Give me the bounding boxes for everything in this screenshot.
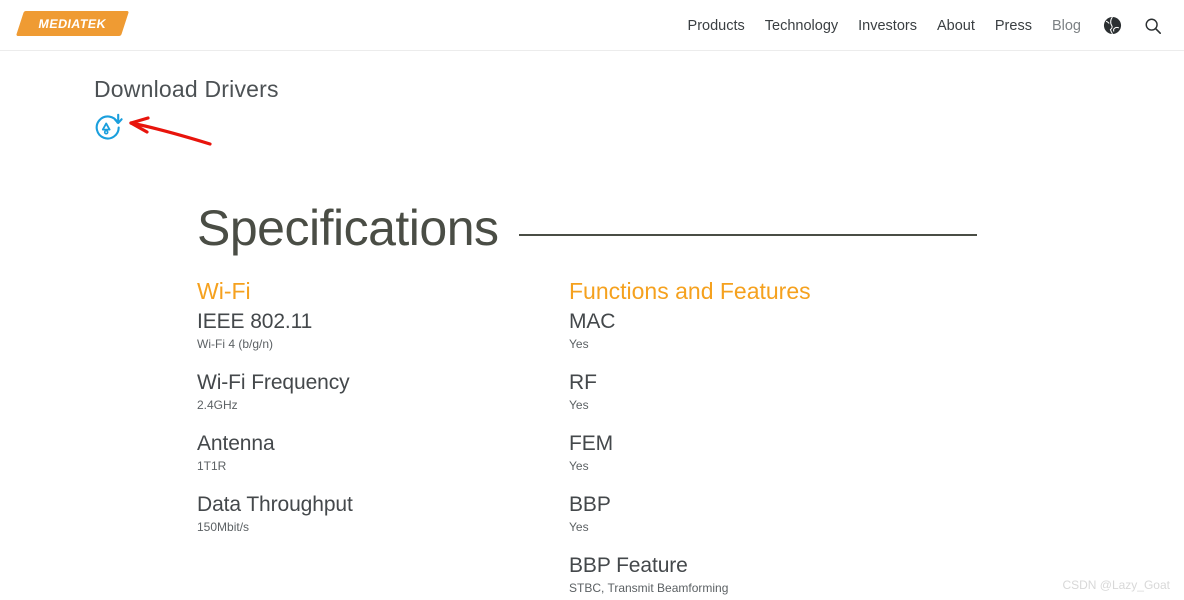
spec-item: MAC Yes bbox=[569, 309, 941, 353]
spec-value: Yes bbox=[569, 398, 589, 412]
spec-item: Data Throughput 150Mbit/s bbox=[197, 492, 569, 536]
specifications-heading: Specifications bbox=[197, 200, 499, 256]
spec-label: MAC bbox=[569, 310, 616, 333]
search-icon[interactable] bbox=[1144, 17, 1162, 35]
nav-item-investors[interactable]: Investors bbox=[858, 18, 917, 34]
spec-item: RF Yes bbox=[569, 370, 941, 414]
spec-value: Yes bbox=[569, 520, 589, 534]
spec-item: BBP Feature STBC, Transmit Beamforming bbox=[569, 553, 941, 597]
specifications-columns: Wi-Fi IEEE 802.11 Wi-Fi 4 (b/g/n) Wi-Fi … bbox=[197, 277, 997, 597]
spec-value: STBC, Transmit Beamforming bbox=[569, 581, 729, 595]
download-circular-arrow-icon[interactable] bbox=[92, 113, 128, 143]
spec-label: IEEE 802.11 bbox=[197, 310, 313, 333]
spec-item: FEM Yes bbox=[569, 431, 941, 475]
spec-item: BBP Yes bbox=[569, 492, 941, 536]
spec-label: RF bbox=[569, 371, 597, 394]
csdn-watermark: CSDN @Lazy_Goat bbox=[1062, 578, 1170, 592]
spec-value: 2.4GHz bbox=[197, 398, 238, 412]
spec-value: Wi-Fi 4 (b/g/n) bbox=[197, 337, 274, 351]
nav-item-blog[interactable]: Blog bbox=[1052, 18, 1081, 34]
mediatek-logo[interactable]: MEDIATEK bbox=[15, 11, 130, 36]
heading-divider bbox=[518, 234, 977, 236]
specifications-heading-row: Specifications bbox=[197, 203, 977, 253]
spec-item: IEEE 802.11 Wi-Fi 4 (b/g/n) bbox=[197, 309, 569, 353]
nav-item-press[interactable]: Press bbox=[995, 18, 1032, 34]
spec-label: Wi-Fi Frequency bbox=[197, 371, 350, 394]
logo-text: MEDIATEK bbox=[37, 16, 108, 31]
spec-value: 150Mbit/s bbox=[197, 520, 250, 534]
spec-value: Yes bbox=[569, 459, 589, 473]
site-header: MEDIATEK Products Technology Investors A… bbox=[0, 0, 1184, 51]
spec-label: BBP bbox=[569, 493, 611, 516]
spec-column-functions-and-features: Functions and Features MAC Yes RF Yes FE… bbox=[569, 277, 941, 597]
spec-column-wifi: Wi-Fi IEEE 802.11 Wi-Fi 4 (b/g/n) Wi-Fi … bbox=[197, 277, 569, 597]
spec-label: FEM bbox=[569, 432, 614, 455]
spec-label: Data Throughput bbox=[197, 493, 353, 516]
nav-item-about[interactable]: About bbox=[937, 18, 975, 34]
main-navigation: Products Technology Investors About Pres… bbox=[668, 0, 1162, 51]
spec-column-heading: Functions and Features bbox=[569, 278, 811, 304]
spec-column-heading: Wi-Fi bbox=[197, 278, 251, 304]
spec-label: BBP Feature bbox=[569, 554, 688, 577]
globe-icon[interactable] bbox=[1103, 16, 1122, 35]
annotation-arrow-icon bbox=[126, 114, 216, 156]
spec-item: Antenna 1T1R bbox=[197, 431, 569, 475]
nav-item-technology[interactable]: Technology bbox=[765, 18, 838, 34]
spec-value: 1T1R bbox=[197, 459, 227, 473]
spec-label: Antenna bbox=[197, 432, 275, 455]
spec-item: Wi-Fi Frequency 2.4GHz bbox=[197, 370, 569, 414]
download-drivers-title: Download Drivers bbox=[94, 76, 279, 102]
nav-item-products[interactable]: Products bbox=[688, 18, 745, 34]
spec-value: Yes bbox=[569, 337, 589, 351]
